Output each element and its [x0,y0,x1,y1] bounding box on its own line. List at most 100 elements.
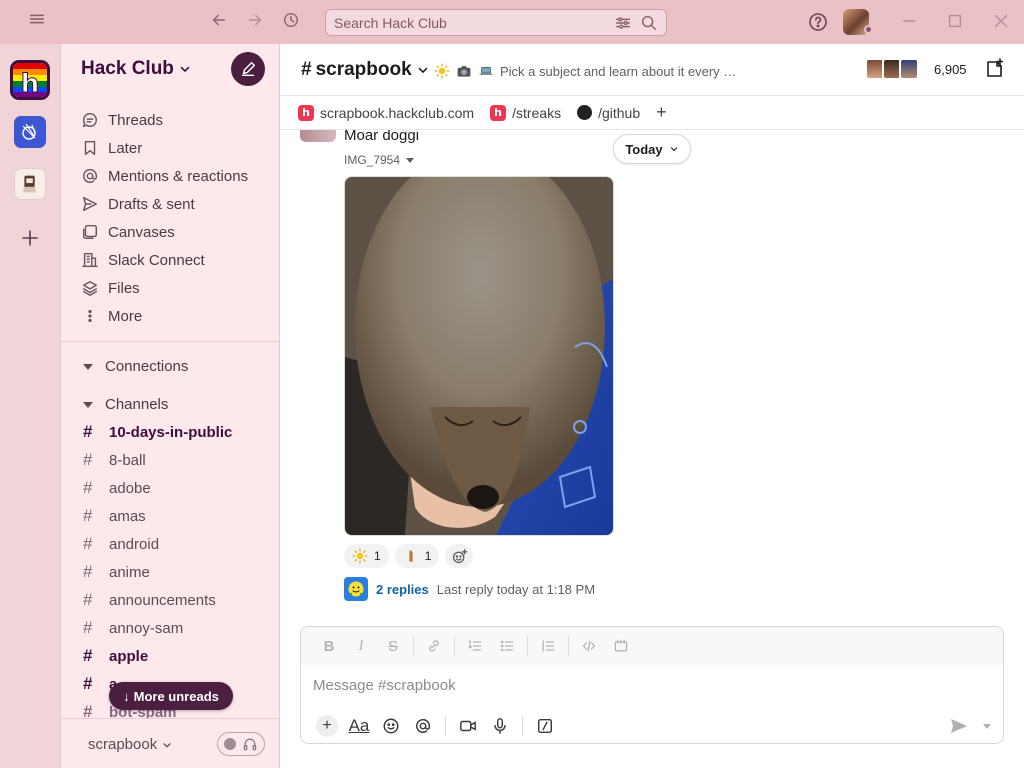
member-avatars[interactable] [865,58,919,80]
channel-title[interactable]: # scrapbook [301,59,430,81]
bullet-list-icon[interactable] [491,631,523,661]
forward-arrow-icon[interactable] [246,11,268,33]
workspace-3-icon[interactable] [14,168,46,200]
nav-mentions[interactable]: Mentions & reactions [81,164,248,188]
filter-icon[interactable] [614,14,632,32]
hash-icon: # [83,674,93,693]
add-bookmark-icon[interactable]: + [656,102,667,123]
thread-replies[interactable]: 2 replies Last reply today at 1:18 PM [344,577,595,601]
building-icon [82,252,98,268]
file-title[interactable]: IMG_7954 [344,153,415,167]
huddle-toggle[interactable] [217,732,265,756]
hash-icon: # [83,562,93,581]
formatting-toggle[interactable]: Aa [343,712,375,740]
channel-name: apple [109,647,149,665]
nav-drafts[interactable]: Drafts & sent [81,192,195,216]
schedule-chevron-icon[interactable] [983,724,991,729]
emoji-icon[interactable] [375,712,407,740]
add-workspace-icon[interactable] [18,226,42,250]
nav-threads[interactable]: Threads [81,108,163,132]
channel-item[interactable]: # annoy-sam [83,616,183,640]
huddle-channel[interactable]: scrapbook [88,736,173,753]
reaction-count: 1 [374,549,381,563]
nav-more[interactable]: More [81,304,142,328]
back-arrow-icon[interactable] [210,11,232,33]
nav-later[interactable]: Later [81,136,142,160]
channel-name: 8-ball [109,451,146,469]
date-divider-button[interactable]: Today [613,134,691,164]
bookmark-scrapbook-site[interactable]: h scrapbook.hackclub.com [298,104,474,121]
sidebar-divider [61,341,279,342]
section-channels[interactable]: Channels [83,396,168,413]
search-icon[interactable] [640,14,658,32]
hash-icon: # [83,646,93,665]
nav-label: Files [108,279,140,297]
replies-link[interactable]: 2 replies [376,582,429,597]
replies-meta: Last reply today at 1:18 PM [436,581,596,597]
close-icon[interactable] [992,12,1010,30]
bookmark-github[interactable]: /github [577,105,640,121]
minimize-icon[interactable] [900,12,918,30]
help-icon[interactable] [808,12,828,32]
channel-name: adobe [109,479,151,497]
ordered-list-icon[interactable] [459,631,491,661]
strikethrough-icon[interactable]: S [377,631,409,661]
channel-item[interactable]: #10-days-in-public [83,420,232,444]
maximize-icon[interactable] [946,12,964,30]
reaction-bread[interactable]: 1 [394,544,440,568]
channel-item[interactable]: # apple [83,644,148,668]
workspace-2-icon[interactable] [14,116,46,148]
attach-button[interactable]: + [311,712,343,740]
code-block-icon[interactable] [605,631,637,661]
nav-canvases[interactable]: Canvases [81,220,175,244]
workspace-name[interactable]: Hack Club [81,58,192,80]
video-icon[interactable] [452,712,484,740]
bookmark-streaks[interactable]: h /streaks [490,104,561,121]
channel-item[interactable]: # adobe [83,476,151,500]
message-avatar[interactable] [300,130,336,142]
channel-name: android [109,535,160,553]
channel-canvas-icon[interactable] [983,58,1005,80]
formatting-toolbar: B I S [301,627,1003,665]
channel-title-label: scrapbook [315,59,412,80]
toolbar-separator [413,636,414,656]
channel-item[interactable]: # anime [83,560,150,584]
channel-item[interactable]: # android [83,532,159,556]
mention-icon[interactable] [407,712,439,740]
workspace-hackclub-icon[interactable]: h [10,60,50,100]
attached-photo[interactable] [344,176,614,536]
add-reaction-button[interactable] [445,544,474,568]
send-icon [82,196,98,212]
workspace-name-label: Hack Club [81,58,174,79]
code-icon[interactable] [573,631,605,661]
microphone-icon[interactable] [484,712,516,740]
shortcuts-icon[interactable] [529,712,561,740]
channel-topic[interactable]: Pick a subject and learn about it every … [434,63,736,79]
headphones-icon [243,738,257,751]
search-bar[interactable]: Search Hack Club [325,9,667,36]
blockquote-icon[interactable] [532,631,564,661]
bold-icon[interactable]: B [313,631,345,661]
send-icon[interactable] [949,716,969,736]
svg-text:h: h [21,69,40,97]
nav-files[interactable]: Files [81,276,140,300]
section-connections[interactable]: Connections [83,358,188,375]
toolbar-separator [522,716,523,736]
hamburger-icon[interactable] [28,10,50,30]
italic-icon[interactable]: I [345,631,377,661]
channel-item[interactable]: #8-ball [83,448,146,472]
channel-item[interactable]: # announcements [83,588,216,612]
compose-button[interactable] [231,52,265,86]
message-input[interactable]: Message #scrapbook [313,677,456,694]
link-icon[interactable] [418,631,450,661]
member-count[interactable]: 6,905 [934,62,967,77]
nav-label: Canvases [108,223,175,241]
nav-slack-connect[interactable]: Slack Connect [81,248,205,272]
hash-icon: # [83,618,93,637]
channel-item[interactable]: # amas [83,504,146,528]
nav-label: Slack Connect [108,251,205,269]
caret-down-icon [83,363,93,370]
more-unreads-button[interactable]: ↓ More unreads [109,682,233,710]
history-icon[interactable] [282,11,304,33]
reaction-sun[interactable]: 1 [344,544,389,568]
